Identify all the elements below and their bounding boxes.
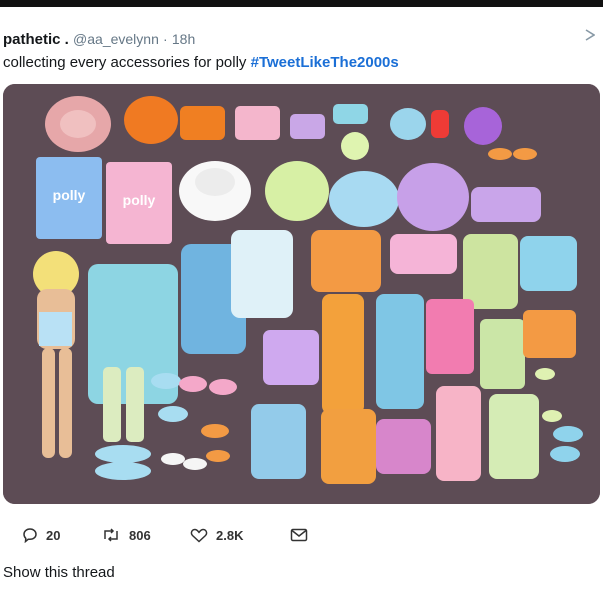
like-count: 2.8K [216,527,244,543]
tweet-body: collecting every accessories for polly [3,54,251,71]
top-bar [0,0,603,7]
polly-pocket-accessories-image: polly polly [3,84,600,504]
timestamp[interactable]: 18h [172,31,195,47]
display-name[interactable]: pathetic . [3,31,69,48]
retweet-button[interactable]: 806 [101,523,151,547]
message-button[interactable] [290,523,316,547]
show-thread-link[interactable]: Show this thread [3,564,115,581]
retweet-icon [104,528,118,542]
reply-icon [23,528,37,543]
user-handle[interactable]: @aa_evelynn [73,31,159,47]
like-icon [190,528,208,543]
like-button[interactable]: 2.8K [190,523,243,547]
tweet-header: pathetic . @aa_evelynn · 18h [3,31,195,48]
reply-button[interactable]: 20 [22,523,60,547]
message-icon [290,528,308,542]
tweet-actions: 20 806 2.8K [0,523,603,547]
chevron-down-icon[interactable] [585,26,596,44]
tweet-photo[interactable]: polly polly [3,84,600,504]
retweet-count: 806 [129,527,151,543]
reply-count: 20 [46,527,61,543]
photo-bag-label: polly [53,187,86,203]
separator: · [163,31,168,47]
tweet-text: collecting every accessories for polly #… [3,54,399,71]
hashtag-link[interactable]: #TweetLikeThe2000s [251,54,399,71]
photo-bag-label: polly [123,192,156,208]
